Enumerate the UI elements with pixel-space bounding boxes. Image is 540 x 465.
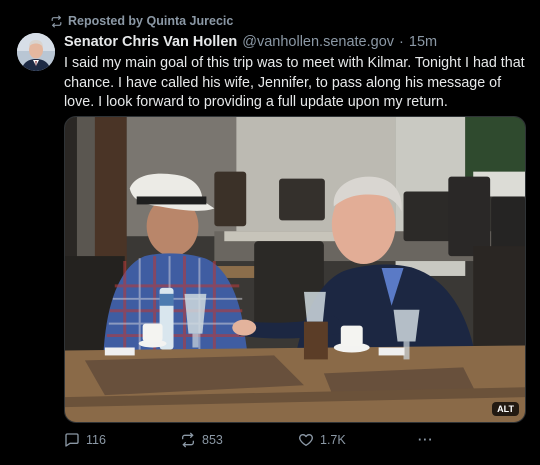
author-name[interactable]: Senator Chris Van Hollen (64, 33, 237, 51)
post-timestamp[interactable]: 15m (409, 33, 437, 51)
like-count: 1.7K (320, 433, 346, 447)
more-options-button[interactable]: ··· (418, 433, 434, 447)
reply-button[interactable]: 116 (64, 432, 180, 448)
like-button[interactable]: 1.7K (298, 432, 412, 448)
action-bar: 116 853 1.7K ··· (64, 432, 526, 448)
reply-count: 116 (86, 433, 106, 447)
repost-indicator: Reposted by Quinta Jurecic (50, 14, 233, 28)
author-handle[interactable]: @vanhollen.senate.gov (242, 33, 394, 51)
heart-icon (299, 434, 313, 446)
repost-button[interactable]: 853 (180, 432, 298, 448)
avatar[interactable] (17, 33, 55, 71)
post-text: I said my main goal of this trip was to … (64, 55, 525, 110)
alt-text-badge[interactable]: ALT (492, 402, 519, 416)
repost-text[interactable]: Reposted by Quinta Jurecic (68, 14, 233, 28)
repost-icon (51, 14, 62, 28)
post-card[interactable]: Reposted by Quinta Jurecic Senator Chris… (0, 0, 540, 465)
reply-icon (65, 433, 79, 447)
separator-dot: · (399, 34, 404, 50)
post-image[interactable]: ALT (64, 116, 526, 423)
repost-icon (182, 432, 194, 448)
more-options-icon: ··· (418, 433, 434, 447)
repost-count: 853 (202, 433, 223, 447)
